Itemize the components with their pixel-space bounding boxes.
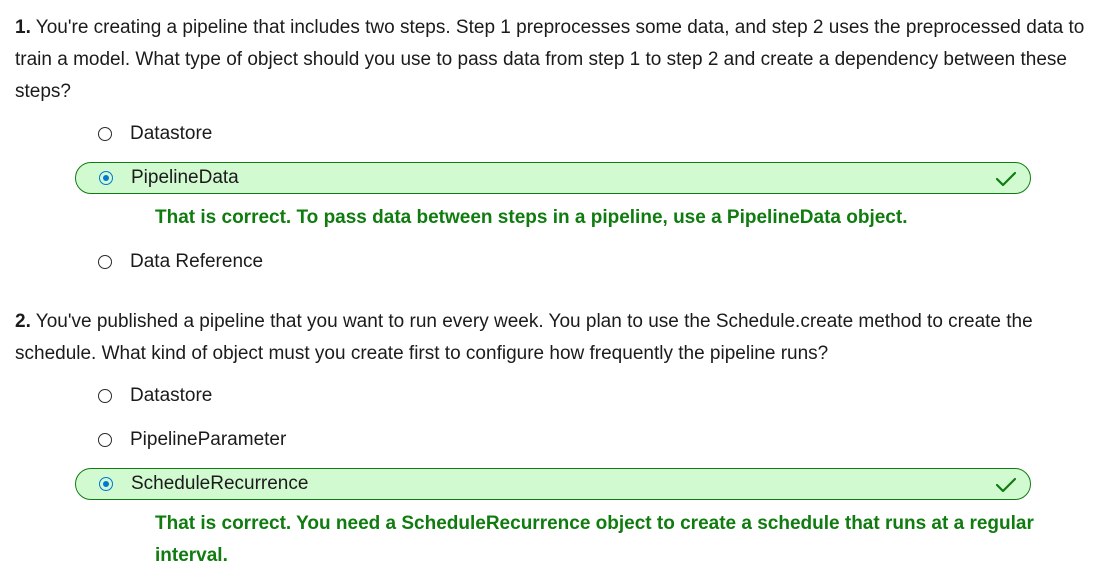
question-2: 2. You've published a pipeline that you … xyxy=(15,306,1095,572)
option-label: Datastore xyxy=(130,123,213,144)
question-1-prompt: You're creating a pipeline that includes… xyxy=(15,17,1085,102)
radio-button-selected[interactable] xyxy=(99,171,113,185)
question-1-feedback: That is correct. To pass data between st… xyxy=(155,207,908,228)
question-1-options: Datastore PipelineData That is correct. … xyxy=(15,118,1095,278)
question-2-option-schedulerecurrence[interactable]: ScheduleRecurrence xyxy=(75,468,1031,500)
option-label: PipelineData xyxy=(131,167,239,188)
question-1-text: 1. You're creating a pipeline that inclu… xyxy=(15,12,1095,108)
radio-button[interactable] xyxy=(98,389,112,403)
question-1-option-pipelinedata[interactable]: PipelineData xyxy=(75,162,1031,194)
radio-button[interactable] xyxy=(98,127,112,141)
option-label: PipelineParameter xyxy=(130,429,287,450)
question-2-prompt: You've published a pipeline that you wan… xyxy=(15,311,1033,364)
question-2-feedback: That is correct. You need a ScheduleRecu… xyxy=(155,513,1034,566)
checkmark-icon xyxy=(995,171,1017,187)
question-1-number: 1. xyxy=(15,17,31,38)
radio-button[interactable] xyxy=(98,433,112,447)
option-label: Datastore xyxy=(130,385,213,406)
checkmark-icon xyxy=(995,477,1017,493)
option-label: ScheduleRecurrence xyxy=(131,473,309,494)
question-1-option-data-reference[interactable]: Data Reference xyxy=(75,246,1031,278)
question-2-number: 2. xyxy=(15,311,31,332)
question-2-option-pipelineparameter[interactable]: PipelineParameter xyxy=(75,424,1031,456)
option-label: Data Reference xyxy=(130,251,264,272)
question-2-option-datastore[interactable]: Datastore xyxy=(75,380,1031,412)
question-2-text: 2. You've published a pipeline that you … xyxy=(15,306,1095,370)
question-1-option-datastore[interactable]: Datastore xyxy=(75,118,1031,150)
question-2-options: Datastore PipelineParameter ScheduleRecu… xyxy=(15,380,1095,572)
radio-button-selected[interactable] xyxy=(99,477,113,491)
question-1: 1. You're creating a pipeline that inclu… xyxy=(15,12,1095,278)
radio-button[interactable] xyxy=(98,255,112,269)
quiz: 1. You're creating a pipeline that inclu… xyxy=(15,12,1095,584)
